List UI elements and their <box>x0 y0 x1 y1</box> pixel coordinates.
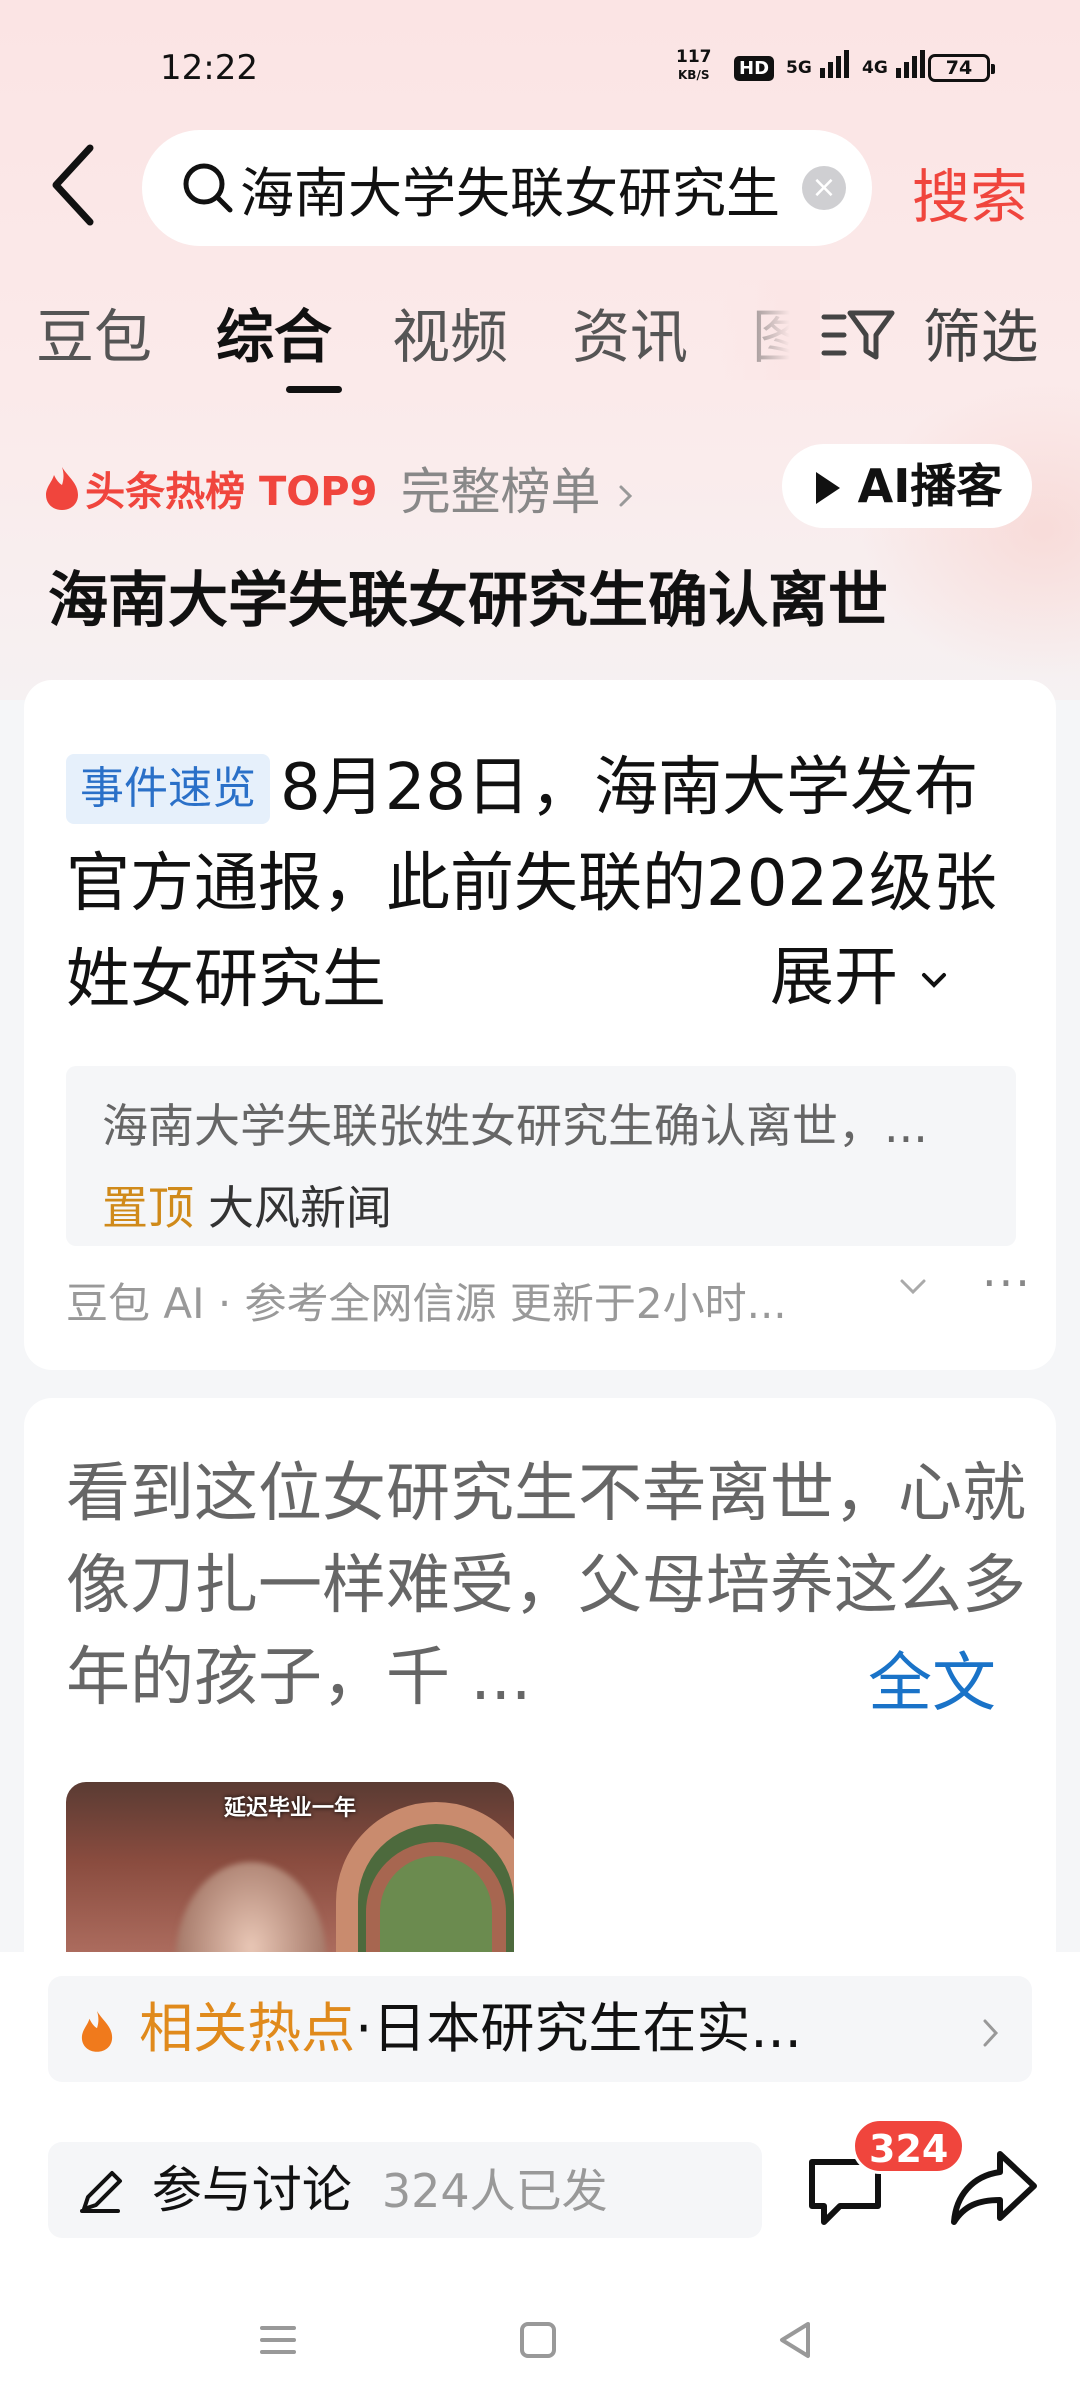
search-icon <box>183 163 233 213</box>
status-time: 12:22 <box>160 48 258 88</box>
hot-rank-row[interactable]: 头条热榜 TOP9 完整榜单 <box>44 452 636 522</box>
hot-topic-title[interactable]: 海南大学失联女研究生确认离世 <box>48 552 888 639</box>
source-box[interactable]: 海南大学失联张姓女研究生确认离世，... 置顶 大风新闻 <box>66 1066 1016 1246</box>
pinned-badge: 置顶 <box>102 1181 194 1235</box>
chevron-right-icon <box>619 485 633 506</box>
read-full-link[interactable]: 全文 <box>864 1632 996 1724</box>
back-arrow-icon <box>52 144 94 226</box>
search-box[interactable]: × <box>142 130 872 246</box>
signal-4g-icon: 4G <box>862 50 928 78</box>
discuss-label: 参与讨论 <box>151 2161 352 2219</box>
filter-icon <box>821 310 895 360</box>
more-options-icon[interactable]: ··· <box>982 1256 1032 1310</box>
back-nav-icon[interactable] <box>774 2318 818 2362</box>
battery-icon: 74 <box>928 54 995 82</box>
filter-button[interactable]: 筛选 <box>820 290 1038 374</box>
ai-source-meta: 豆包 AI · 参考全网信源 更新于2小时... <box>66 1279 787 1328</box>
flame-icon <box>46 467 78 510</box>
decorative-flame <box>860 380 1080 680</box>
clear-icon[interactable]: × <box>802 166 846 210</box>
tab-overall[interactable]: 综合 <box>216 290 332 374</box>
event-tag: 事件速览 <box>66 754 270 824</box>
source-title: 海南大学失联张姓女研究生确认离世，... <box>102 1099 928 1153</box>
filter-label: 筛选 <box>922 303 1039 371</box>
discuss-input[interactable]: 参与讨论 324人已发 <box>48 2142 762 2238</box>
tab-fade <box>720 280 820 380</box>
search-button[interactable]: 搜索 <box>912 150 1028 234</box>
signal-4g-label: 4G <box>862 58 888 78</box>
image-caption: 延迟毕业一年 <box>223 1796 356 1821</box>
expand-button[interactable]: 展开 <box>764 926 951 1018</box>
flame-icon <box>81 2011 113 2052</box>
tab-news[interactable]: 资讯 <box>572 290 688 374</box>
search-input[interactable] <box>240 152 800 224</box>
expand-label: 展开 <box>770 941 898 1015</box>
source-line: 置顶 大风新闻 <box>102 1172 980 1238</box>
related-hot-label: 相关热点 <box>139 1997 356 2060</box>
signal-5g-label: 5G <box>786 58 812 78</box>
discuss-count: 324人已发 <box>381 2164 608 2218</box>
tab-video[interactable]: 视频 <box>392 290 508 374</box>
chevron-down-icon <box>922 973 947 989</box>
network-speed: 117 KB/S <box>676 48 712 84</box>
related-hot-item[interactable]: 相关热点·日本研究生在实... <box>48 1976 1032 2082</box>
ai-podcast-button[interactable]: AI播客 <box>782 444 1032 528</box>
tab-doubao[interactable]: 豆包 <box>36 290 152 374</box>
share-icon[interactable] <box>950 2148 1038 2228</box>
source-name: 大风新闻 <box>208 1181 392 1235</box>
hd-icon: HD <box>734 56 775 81</box>
system-nav-bar <box>0 2282 1080 2400</box>
play-icon <box>815 472 840 504</box>
expand-fade <box>664 924 774 1020</box>
meta-chevron-down-icon[interactable] <box>896 1272 930 1302</box>
status-bar: 12:22 117 KB/S HD 5G 4G 74 <box>0 0 1080 120</box>
chevron-right-icon <box>983 2019 999 2047</box>
event-summary-card[interactable]: 事件速览 8月28日，海南大学发布官方通报，此前失联的2022级张姓女研究生 展开… <box>24 680 1056 1370</box>
back-button[interactable] <box>44 140 114 230</box>
pen-icon <box>80 2171 122 2213</box>
comment-count-badge: 324 <box>852 2118 966 2174</box>
signal-5g-icon: 5G <box>786 50 852 78</box>
network-speed-unit: KB/S <box>678 68 710 82</box>
menu-nav-icon[interactable] <box>256 2318 300 2362</box>
ai-podcast-label: AI播客 <box>857 459 1003 513</box>
related-hot-text: ·日本研究生在实... <box>355 1997 802 2060</box>
network-speed-value: 117 <box>676 47 712 67</box>
active-tab-indicator <box>286 386 342 393</box>
related-hot-bar: 相关热点·日本研究生在实... <box>0 1952 1080 2102</box>
bottom-action-bar: 参与讨论 324人已发 324 <box>0 2102 1080 2282</box>
full-list-link[interactable]: 完整榜单 <box>401 463 637 521</box>
home-nav-icon[interactable] <box>516 2318 560 2362</box>
hot-rank-label: 头条热榜 TOP9 <box>85 469 378 515</box>
full-list-label: 完整榜单 <box>400 463 601 521</box>
